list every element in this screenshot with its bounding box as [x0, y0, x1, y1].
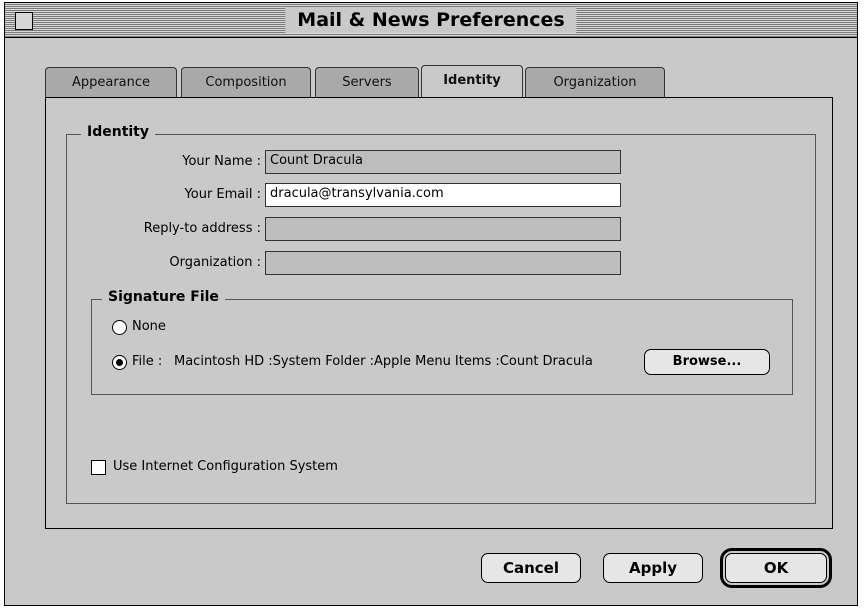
tab-appearance[interactable]: Appearance — [45, 67, 177, 97]
signature-file-path: Macintosh HD :System Folder :Apple Menu … — [174, 354, 593, 369]
tab-composition[interactable]: Composition — [181, 67, 311, 97]
your-email-label: Your Email : — [184, 187, 261, 202]
signature-none-label: None — [132, 319, 166, 334]
signature-file-label: File : — [132, 354, 163, 369]
signature-file-radio[interactable] — [112, 355, 127, 370]
organization-field[interactable] — [265, 251, 621, 275]
reply-to-field[interactable] — [265, 217, 621, 241]
title-bar[interactable]: Mail & News Preferences — [5, 3, 857, 38]
organization-label: Organization : — [169, 255, 261, 270]
window-title: Mail & News Preferences — [285, 7, 577, 33]
your-name-label: Your Name : — [182, 154, 261, 169]
identity-group: Identity Your Name : Count Dracula Your … — [66, 124, 816, 504]
identity-legend: Identity — [81, 124, 156, 140]
ics-checkbox[interactable] — [91, 460, 106, 475]
your-email-field[interactable]: dracula@transylvania.com — [265, 183, 621, 207]
preferences-window: Mail & News Preferences Appearance Compo… — [4, 2, 858, 606]
identity-panel: Identity Your Name : Count Dracula Your … — [45, 97, 833, 529]
tab-organization[interactable]: Organization — [525, 67, 665, 97]
apply-button[interactable]: Apply — [603, 553, 703, 583]
radio-selected-dot — [116, 359, 123, 366]
signature-none-radio[interactable] — [112, 320, 127, 335]
signature-legend: Signature File — [102, 289, 225, 305]
tab-servers[interactable]: Servers — [315, 67, 419, 97]
cancel-button[interactable]: Cancel — [481, 553, 581, 583]
your-name-field[interactable]: Count Dracula — [265, 150, 621, 174]
close-box[interactable] — [15, 12, 33, 30]
reply-to-label: Reply-to address : — [143, 221, 261, 236]
ok-button[interactable]: OK — [720, 548, 832, 588]
tab-identity[interactable]: Identity — [421, 65, 523, 97]
signature-group: Signature File None File : Macintosh HD … — [91, 289, 793, 395]
ics-label: Use Internet Configuration System — [113, 459, 338, 474]
browse-button[interactable]: Browse... — [644, 349, 770, 375]
